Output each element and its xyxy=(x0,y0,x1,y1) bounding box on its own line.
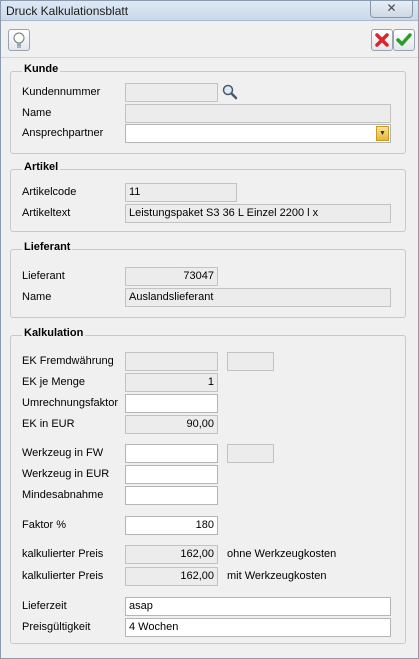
preisgueltigkeit-label: Preisgültigkeit xyxy=(22,621,91,633)
green-check-icon xyxy=(396,33,412,46)
ek-fremdwaehrung-field[interactable] xyxy=(125,352,218,371)
kalk-preis-mit-label: kalkulierter Preis xyxy=(22,570,104,582)
mit-werkzeugkosten-note: mit Werkzeugkosten xyxy=(227,570,327,582)
artikeltext-field[interactable]: Leistungspaket S3 36 L Einzel 2200 l x xyxy=(125,204,391,223)
kunde-name-field[interactable] xyxy=(125,104,391,123)
ok-button[interactable] xyxy=(393,29,415,51)
werkzeug-fw-field[interactable] xyxy=(125,444,218,463)
werkzeug-eur-field[interactable] xyxy=(125,465,218,484)
search-icon xyxy=(222,84,238,100)
ansprechpartner-label: Ansprechpartner xyxy=(22,127,104,139)
kalk-preis-ohne-label: kalkulierter Preis xyxy=(22,548,104,560)
kunde-name-label: Name xyxy=(22,107,52,119)
kunde-group: Kunde Kundennummer Name Ansprechpartner … xyxy=(10,63,406,154)
ek-fremdwaehrung-label: EK Fremdwährung xyxy=(22,355,114,367)
lieferzeit-label: Lieferzeit xyxy=(22,600,67,612)
lieferant-title: Lieferant xyxy=(22,241,73,253)
window-title: Druck Kalkulationsblatt xyxy=(6,4,129,18)
ansprechpartner-dropdown[interactable]: ▼ xyxy=(125,124,391,143)
lieferzeit-field[interactable]: asap xyxy=(125,597,391,616)
dialog-window: Druck Kalkulationsblatt ✕ Kunde Kundennu… xyxy=(0,0,419,659)
umrechnungsfaktor-field[interactable] xyxy=(125,394,218,413)
kalkulation-title: Kalkulation xyxy=(22,327,86,339)
werkzeug-fw-currency[interactable] xyxy=(227,444,274,463)
lieferant-field[interactable]: 73047 xyxy=(125,267,218,286)
faktor-label: Faktor % xyxy=(22,519,67,531)
kundennummer-label: Kundennummer xyxy=(22,86,101,98)
toolbar xyxy=(1,22,418,58)
ek-je-menge-field[interactable]: 1 xyxy=(125,373,218,392)
artikeltext-label: Artikeltext xyxy=(22,207,71,219)
lieferant-group: Lieferant Lieferant 73047 Name Auslandsl… xyxy=(10,241,406,318)
faktor-field[interactable]: 180 xyxy=(125,516,218,535)
window-close-button[interactable]: ✕ xyxy=(370,1,413,18)
ek-fremdwaehrung-currency[interactable] xyxy=(227,352,274,371)
kunde-title: Kunde xyxy=(22,63,61,75)
artikelcode-label: Artikelcode xyxy=(22,186,77,198)
ek-in-eur-field[interactable]: 90,00 xyxy=(125,415,218,434)
mindesabnahme-label: Mindesabnahme xyxy=(22,489,104,501)
kalk-preis-mit-field[interactable]: 162,00 xyxy=(125,567,218,586)
hint-button[interactable] xyxy=(8,29,30,51)
ohne-werkzeugkosten-note: ohne Werkzeugkosten xyxy=(227,548,337,560)
title-bar: Druck Kalkulationsblatt ✕ xyxy=(1,1,418,21)
lieferant-name-label: Name xyxy=(22,291,52,303)
lieferant-label: Lieferant xyxy=(22,270,65,282)
artikel-group: Artikel Artikelcode 11 Artikeltext Leist… xyxy=(10,161,406,232)
ek-in-eur-label: EK in EUR xyxy=(22,418,75,430)
preisgueltigkeit-field[interactable]: 4 Wochen xyxy=(125,618,391,637)
kundennummer-field[interactable] xyxy=(125,83,218,102)
artikel-title: Artikel xyxy=(22,161,61,173)
red-x-icon xyxy=(375,33,389,47)
werkzeug-fw-label: Werkzeug in FW xyxy=(22,447,104,459)
lieferant-name-field[interactable]: Auslandslieferant xyxy=(125,288,391,307)
customer-search-button[interactable] xyxy=(221,83,239,101)
artikelcode-field[interactable]: 11 xyxy=(125,183,237,202)
cancel-button[interactable] xyxy=(371,29,393,51)
close-icon: ✕ xyxy=(386,1,397,15)
ek-je-menge-label: EK je Menge xyxy=(22,376,85,388)
lightbulb-icon xyxy=(13,32,25,48)
umrechnungsfaktor-label: Umrechnungsfaktor xyxy=(22,397,118,409)
dropdown-arrow-icon: ▼ xyxy=(376,126,389,141)
kalkulation-group: Kalkulation EK Fremdwährung EK je Menge … xyxy=(10,327,406,644)
kalk-preis-ohne-field[interactable]: 162,00 xyxy=(125,545,218,564)
werkzeug-eur-label: Werkzeug in EUR xyxy=(22,468,110,480)
mindesabnahme-field[interactable] xyxy=(125,486,218,505)
